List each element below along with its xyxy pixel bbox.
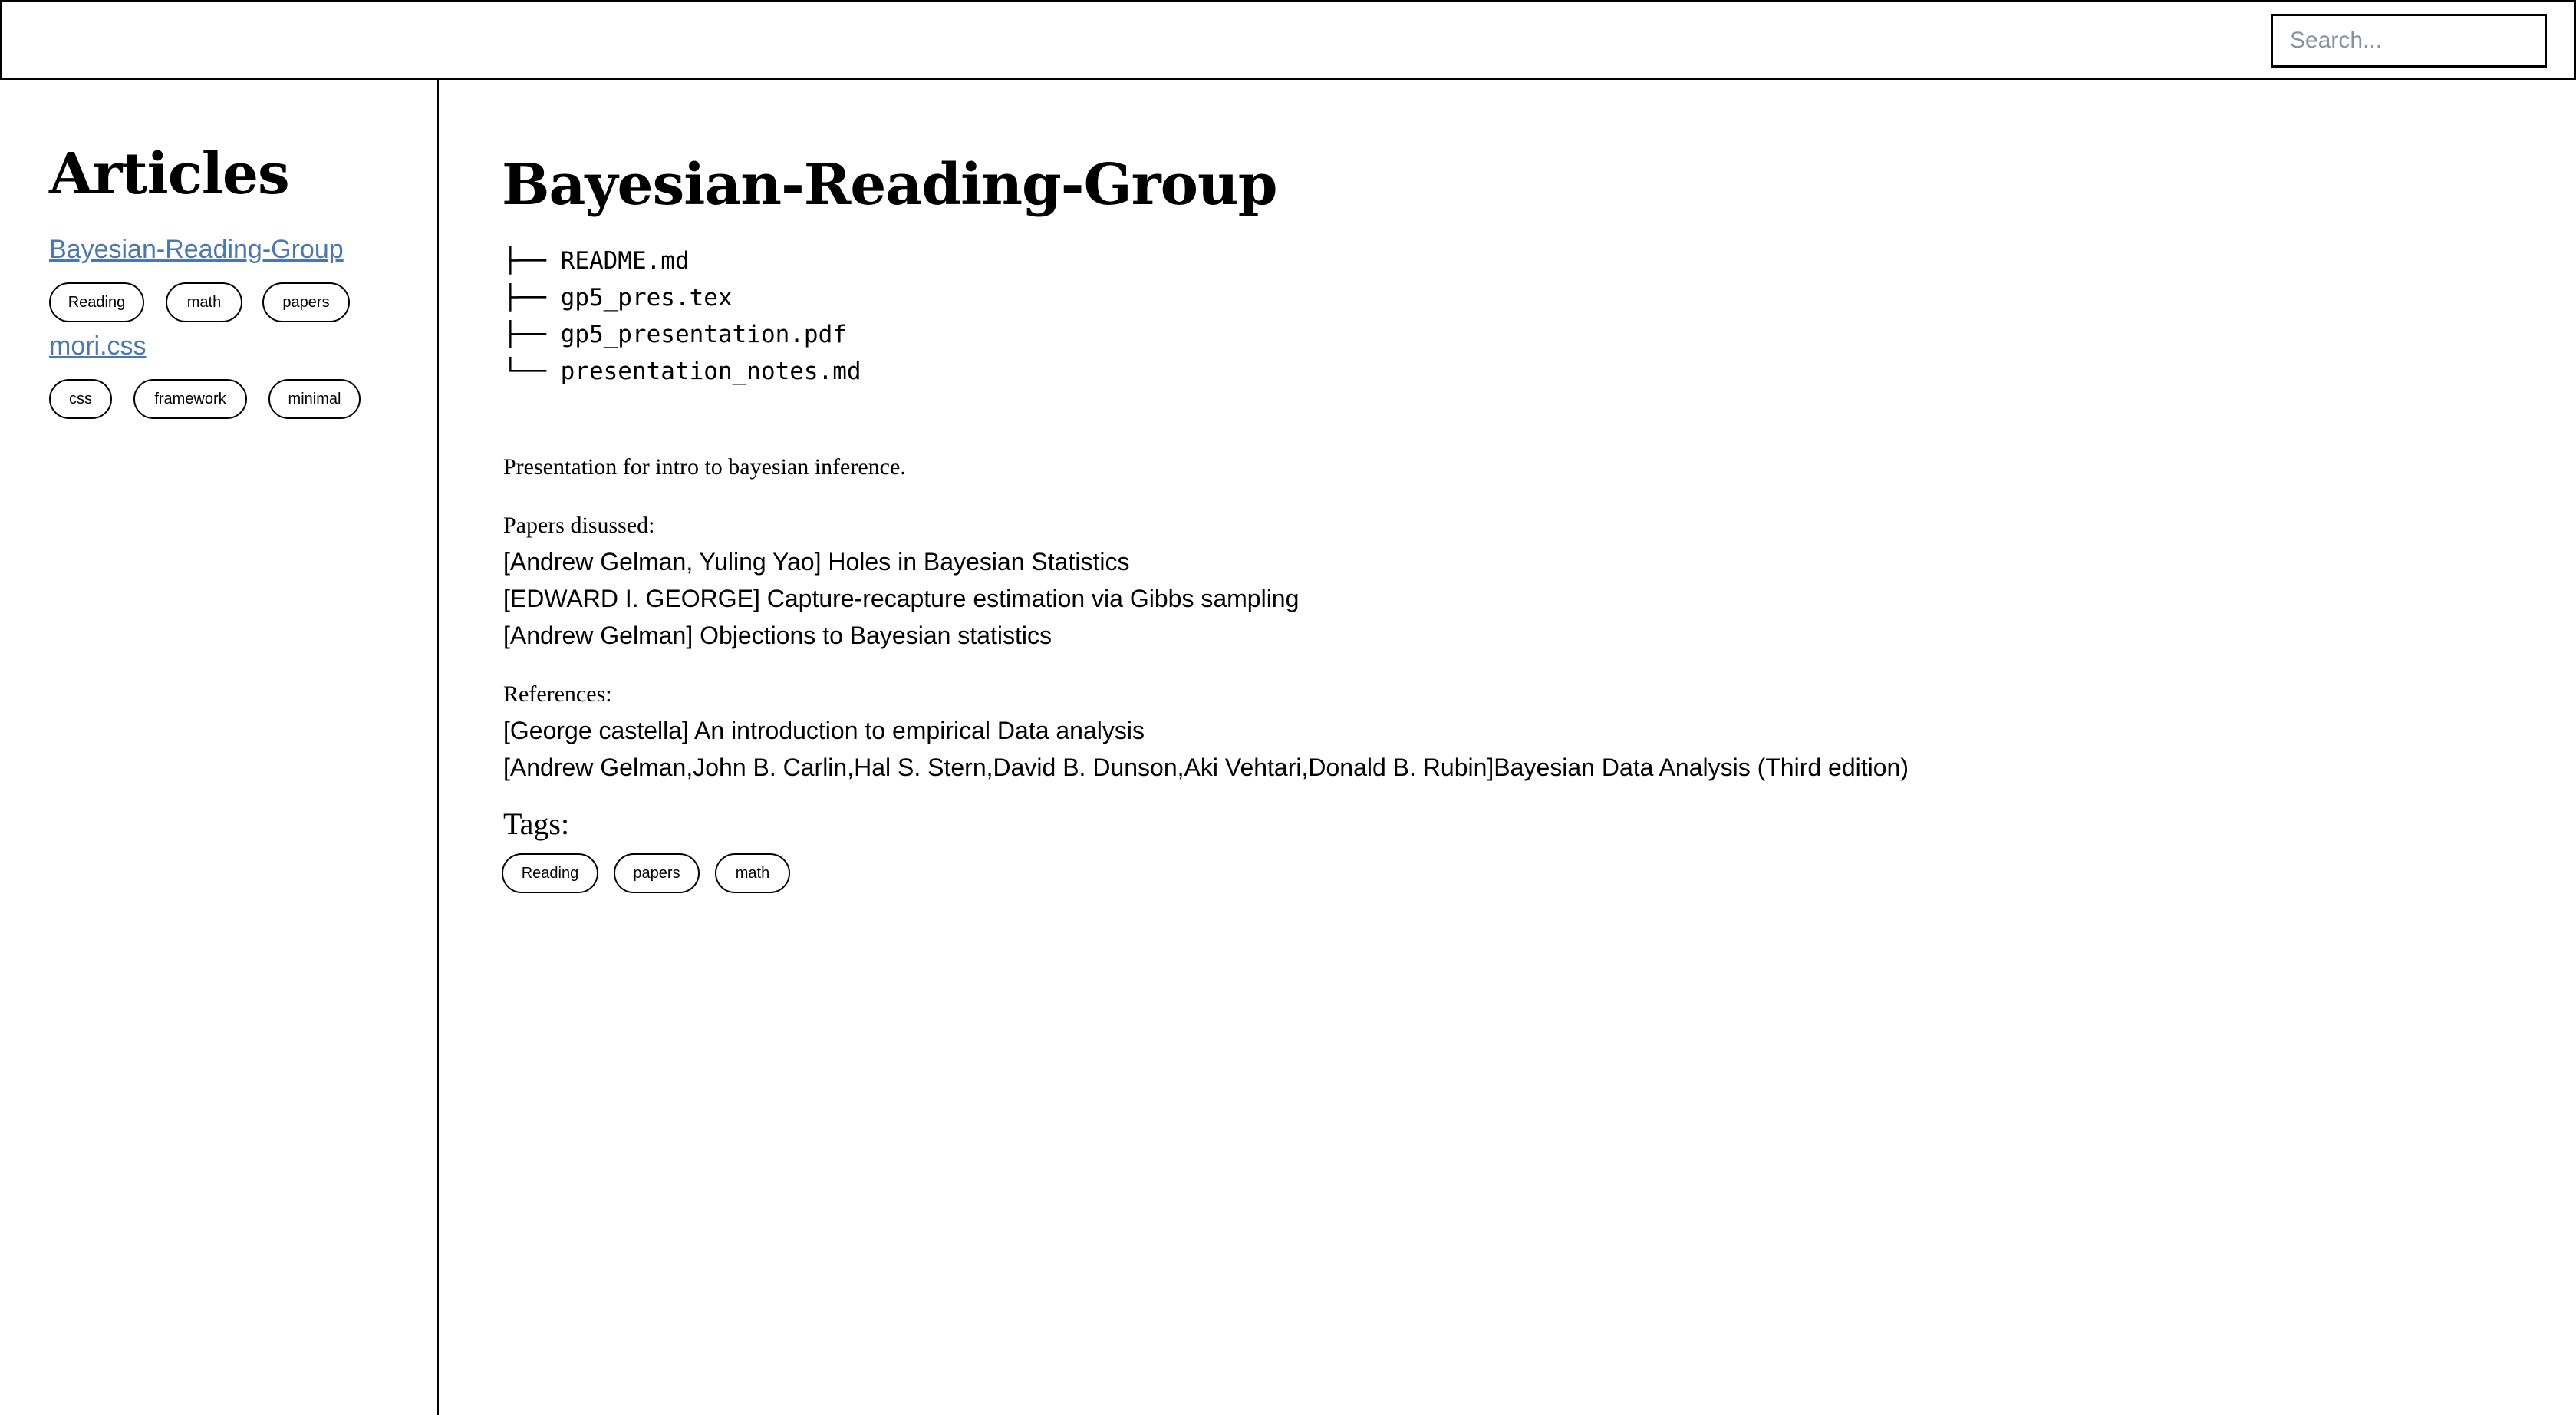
papers-heading: Papers disussed:: [503, 513, 655, 538]
article-tag[interactable]: framework: [133, 379, 247, 419]
article-tag[interactable]: math: [166, 282, 242, 322]
tag-papers[interactable]: papers: [614, 853, 700, 893]
article-link-mori-css[interactable]: mori.css: [49, 333, 147, 359]
paper-item: [Andrew Gelman, Yuling Yao] Holes in Bay…: [503, 548, 1130, 576]
reference-item: [Andrew Gelman,John B. Carlin,Hal S. Ste…: [503, 754, 1909, 781]
paper-item: [Andrew Gelman] Objections to Bayesian s…: [503, 622, 1052, 649]
article-tag[interactable]: papers: [262, 282, 350, 322]
tag-reading[interactable]: Reading: [502, 853, 598, 893]
sidebar: Articles Bayesian-Reading-Group Reading …: [0, 80, 439, 1415]
file-tree-item: ├── README.md: [503, 247, 690, 275]
tags-label: Tags:: [503, 806, 570, 841]
tag-math[interactable]: math: [715, 853, 790, 893]
file-tree-item: └── presentation_notes.md: [503, 358, 861, 385]
paper-item: [EDWARD I. GEORGE] Capture-recapture est…: [503, 585, 1300, 612]
reference-item: [George castella] An introduction to emp…: [503, 717, 1145, 744]
references-heading: References:: [503, 681, 612, 707]
top-bar: [0, 0, 2576, 80]
page-title: Bayesian-Reading-Group: [502, 152, 1278, 218]
article-tag[interactable]: minimal: [268, 379, 361, 419]
article-tag[interactable]: Reading: [49, 282, 144, 322]
article-tag[interactable]: css: [49, 379, 112, 419]
file-tree-item: ├── gp5_presentation.pdf: [503, 321, 847, 348]
article-link-bayesian-reading-group[interactable]: Bayesian-Reading-Group: [49, 236, 344, 262]
sidebar-title: Articles: [49, 141, 290, 207]
file-tree-item: ├── gp5_pres.tex: [503, 284, 733, 312]
description: Presentation for intro to bayesian infer…: [503, 454, 906, 480]
search-input[interactable]: [2271, 14, 2547, 68]
file-tree: ├── README.md ├── gp5_pres.tex ├── gp5_p…: [503, 242, 861, 390]
